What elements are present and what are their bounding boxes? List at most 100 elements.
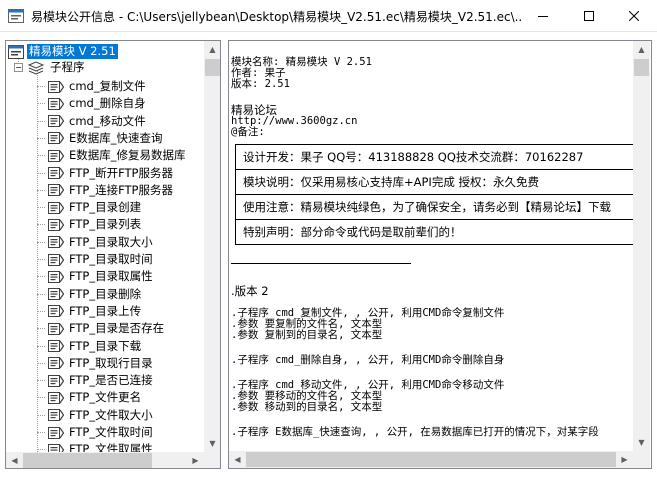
scroll-up-icon[interactable]: ▲: [204, 41, 220, 58]
window-title: 易模块公开信息 - C:\Users\jellybean\Desktop\精易模…: [31, 10, 521, 24]
close-button[interactable]: [611, 0, 657, 32]
app-icon: [8, 9, 24, 23]
tree-item-label: cmd_删除自身: [69, 96, 146, 111]
tree-item[interactable]: E数据库_快速查询: [37, 130, 165, 147]
tree-item[interactable]: FTP_连接FTP服务器: [37, 182, 175, 199]
minimize-button[interactable]: [520, 0, 566, 32]
tree-item[interactable]: FTP_目录列表: [37, 216, 143, 233]
tree-group-subroutines[interactable]: − 子程序: [14, 59, 87, 76]
tree-item[interactable]: FTP_文件取大小: [37, 407, 155, 424]
tree-item-label: cmd_复制文件: [69, 79, 146, 93]
separator-line: [231, 263, 411, 264]
scroll-down-icon[interactable]: ▼: [204, 435, 220, 452]
tree-item-label: E数据库_快速查询: [69, 130, 163, 145]
module-icon: [8, 44, 24, 59]
collapse-icon[interactable]: −: [14, 63, 23, 72]
tree-item[interactable]: FTP_目录是否存在: [37, 320, 166, 337]
subroutine-param: .参数 复制到的目录名, 文本型: [231, 329, 383, 341]
tree-item[interactable]: FTP_是否已连接: [37, 372, 155, 389]
tree-root-label: 精易模块 V 2.51: [27, 44, 118, 59]
remark-label: @备注:: [231, 126, 265, 138]
info-row-developer: 设计开发：果子 QQ号：413188828 QQ技术交流群：70162287: [236, 145, 633, 170]
scroll-down-icon[interactable]: ▼: [633, 434, 650, 451]
tree-item[interactable]: FTP_取现行目录: [37, 355, 155, 372]
tree-item[interactable]: E数据库_修复易数据库: [37, 147, 188, 164]
doc-vertical-scrollbar[interactable]: ▲ ▼: [633, 41, 650, 451]
subroutine-icon: [48, 132, 64, 145]
scroll-left-icon[interactable]: ◀: [6, 452, 23, 468]
subroutine-folder-icon: [27, 60, 45, 75]
subroutine-icon: [48, 443, 64, 452]
minimize-icon: [538, 16, 548, 17]
tree-item[interactable]: FTP_目录取属性: [37, 268, 155, 285]
tree-item-label: FTP_目录下载: [69, 338, 142, 353]
tree-root[interactable]: 精易模块 V 2.51: [8, 43, 118, 60]
info-table: 设计开发：果子 QQ号：413188828 QQ技术交流群：70162287 模…: [235, 144, 633, 245]
scroll-thumb[interactable]: [205, 59, 220, 76]
tree-item-label: FTP_目录列表: [69, 217, 142, 232]
scroll-thumb[interactable]: [246, 452, 616, 467]
subroutine-icon: [48, 391, 64, 404]
tree-group-label: 子程序: [50, 60, 85, 74]
tree-vertical-scrollbar[interactable]: ▲ ▼: [204, 41, 220, 452]
maximize-button[interactable]: [566, 0, 612, 32]
tree-item[interactable]: FTP_目录取时间: [37, 251, 155, 268]
subroutine-decl: .子程序 cmd_删除自身, , 公开, 利用CMD命令删除自身: [231, 354, 505, 366]
info-row-notice: 使用注意：精易模块纯绿色，为了确保安全，请务必到【精易论坛】下载: [236, 195, 633, 220]
subroutine-icon: [48, 270, 64, 283]
tree-item[interactable]: FTP_文件取属性: [37, 441, 155, 452]
subroutine-icon: [48, 184, 64, 197]
subroutine-icon: [48, 374, 64, 387]
scrollbar-corner: [204, 452, 220, 468]
tree-item-label: FTP_目录创建: [69, 200, 142, 215]
tree-item[interactable]: FTP_目录取大小: [37, 234, 155, 251]
subroutine-icon: [48, 218, 64, 231]
module-info-document[interactable]: 模块名称: 精易模块 V 2.51 作者: 果子 版本: 2.51 精易论坛 h…: [229, 41, 633, 468]
tree-item-label: FTP_连接FTP服务器: [69, 182, 173, 197]
tree-item[interactable]: cmd_移动文件: [37, 113, 148, 130]
tree-item[interactable]: FTP_目录下载: [37, 338, 143, 355]
module-tree[interactable]: 精易模块 V 2.51 − 子程序 cmd_复制文件 cmd_删除自身 cmd_移动…: [6, 41, 204, 452]
scroll-right-icon[interactable]: ▶: [187, 452, 204, 468]
tree-item-label: FTP_文件更名: [69, 390, 142, 405]
subroutine-icon: [48, 340, 64, 352]
subroutine-icon: [48, 80, 64, 93]
scroll-thumb[interactable]: [23, 453, 152, 468]
scroll-up-icon[interactable]: ▲: [633, 41, 650, 58]
tree-item[interactable]: FTP_文件更名: [37, 389, 143, 406]
tree-item[interactable]: FTP_文件取时间: [37, 424, 155, 441]
tree-horizontal-scrollbar[interactable]: ◀ ▶: [6, 452, 204, 468]
tree-item-label: FTP_断开FTP服务器: [69, 165, 173, 180]
scrollbar-corner: [633, 451, 650, 468]
doc-horizontal-scrollbar[interactable]: ◀ ▶: [229, 451, 633, 468]
tree-item-label: FTP_目录上传: [69, 303, 142, 318]
subroutine-icon: [48, 322, 64, 335]
maximize-icon: [584, 11, 594, 21]
tree-item-label: FTP_目录取大小: [69, 234, 153, 249]
subroutine-param: .参数 移动到的目录名, 文本型: [231, 401, 383, 413]
info-row-description: 模块说明：仅采用易核心支持库+API完成 授权：永久免费: [236, 170, 633, 195]
subroutine-icon: [48, 357, 64, 370]
tree-item[interactable]: FTP_目录上传: [37, 303, 143, 320]
title-bar: 易模块公开信息 - C:\Users\jellybean\Desktop\精易模…: [0, 0, 657, 32]
subroutine-icon: [48, 305, 64, 318]
tree-item[interactable]: FTP_目录删除: [37, 286, 143, 303]
tree-item-label: FTP_取现行目录: [69, 355, 153, 370]
scroll-right-icon[interactable]: ▶: [616, 451, 633, 468]
tree-item[interactable]: cmd_删除自身: [37, 95, 148, 112]
subroutine-icon: [48, 426, 64, 439]
scroll-thumb[interactable]: [634, 59, 649, 76]
scroll-left-icon[interactable]: ◀: [229, 451, 246, 468]
close-icon: [629, 11, 639, 21]
tree-item-label: FTP_文件取大小: [69, 407, 153, 422]
info-row-statement: 特别声明：部分命令或代码是取前辈们的！: [236, 220, 633, 245]
subroutine-icon: [48, 201, 64, 214]
tree-item[interactable]: FTP_目录创建: [37, 199, 143, 216]
tree-item-label: FTP_是否已连接: [69, 373, 153, 388]
subroutine-icon: [48, 409, 64, 422]
tree-item-label: FTP_文件取属性: [69, 442, 153, 452]
tree-item[interactable]: cmd_复制文件: [37, 78, 148, 95]
module-info-pane: 模块名称: 精易模块 V 2.51 作者: 果子 版本: 2.51 精易论坛 h…: [228, 40, 652, 469]
version-heading: .版本 2: [231, 284, 269, 298]
tree-item[interactable]: FTP_断开FTP服务器: [37, 165, 175, 182]
